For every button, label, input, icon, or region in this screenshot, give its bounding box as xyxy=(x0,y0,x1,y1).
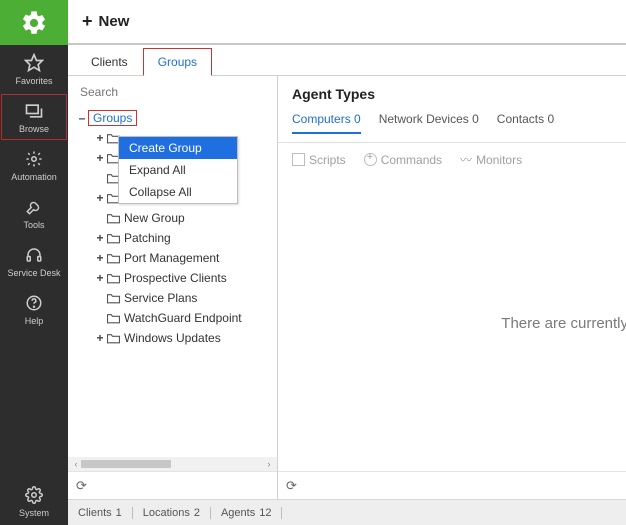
expand-icon[interactable]: + xyxy=(94,271,106,285)
app-logo[interactable] xyxy=(0,0,68,45)
expand-icon[interactable]: + xyxy=(94,251,106,265)
scroll-left-icon[interactable]: ‹ xyxy=(71,459,81,469)
folder-icon xyxy=(107,233,121,244)
status-locations[interactable]: Locations2 xyxy=(133,507,211,519)
topbar: + New xyxy=(68,0,626,45)
sidebar: Favorites Browse Automation Tools Servic… xyxy=(0,0,68,525)
action-scripts[interactable]: Scripts xyxy=(292,151,346,168)
headset-icon xyxy=(23,244,45,266)
sidebar-item-help[interactable]: Help xyxy=(0,285,68,333)
scripts-icon xyxy=(292,153,305,166)
agent-tab-contacts[interactable]: Contacts 0 xyxy=(497,112,554,134)
action-monitors[interactable]: 〰Monitors xyxy=(460,151,522,168)
sidebar-item-label: Help xyxy=(25,316,44,326)
sidebar-item-label: Browse xyxy=(19,124,49,134)
wrench-icon xyxy=(23,196,45,218)
tree-node-label[interactable]: Service Plans xyxy=(124,291,197,305)
sidebar-item-label: Service Desk xyxy=(7,268,60,278)
scroll-right-icon[interactable]: › xyxy=(264,459,274,469)
new-button-label: New xyxy=(99,13,130,30)
action-commands[interactable]: Commands xyxy=(364,151,442,168)
tree-node[interactable]: +WatchGuard Endpoint xyxy=(76,308,277,328)
agent-panel: Agent Types Computers 0 Network Devices … xyxy=(278,76,626,499)
tree-node-label[interactable]: Patching xyxy=(124,231,171,245)
menu-create-group[interactable]: Create Group xyxy=(119,137,237,159)
sidebar-item-automation[interactable]: Automation xyxy=(0,141,68,189)
tree-scrollbar[interactable]: ‹ › xyxy=(68,457,277,471)
tree-node-label[interactable]: New Group xyxy=(124,211,185,225)
tree-root-label[interactable]: Groups xyxy=(88,110,137,126)
monitors-icon: 〰 xyxy=(460,151,472,168)
sidebar-item-favorites[interactable]: Favorites xyxy=(0,45,68,93)
expand-icon[interactable]: + xyxy=(94,151,106,165)
sidebar-item-label: Tools xyxy=(23,220,44,230)
folder-icon xyxy=(107,333,121,344)
tree-node[interactable]: + Patching xyxy=(76,228,277,248)
sidebar-item-browse[interactable]: Browse xyxy=(0,93,68,141)
tree-node-label[interactable]: Prospective Clients xyxy=(124,271,227,285)
tree-node-label[interactable]: WatchGuard Endpoint xyxy=(124,311,242,325)
expand-icon[interactable]: + xyxy=(94,131,106,145)
browse-icon xyxy=(23,100,45,122)
folder-icon xyxy=(107,273,121,284)
tree-node[interactable]: + Prospective Clients xyxy=(76,268,277,288)
tree: – Groups +++++New Group+Patching+Port Ma… xyxy=(68,108,277,457)
sidebar-item-service-desk[interactable]: Service Desk xyxy=(0,237,68,285)
collapse-icon[interactable]: – xyxy=(76,111,88,125)
status-clients[interactable]: Clients1 xyxy=(78,507,133,519)
tree-node[interactable]: +Service Plans xyxy=(76,288,277,308)
sidebar-item-tools[interactable]: Tools xyxy=(0,189,68,237)
refresh-icon[interactable]: ⟳ xyxy=(286,478,297,494)
help-icon xyxy=(23,292,45,314)
scrollbar-thumb[interactable] xyxy=(81,460,171,468)
sidebar-item-label: Automation xyxy=(11,172,57,182)
settings-icon xyxy=(23,484,45,506)
menu-collapse-all[interactable]: Collapse All xyxy=(119,181,237,203)
tab-clients[interactable]: Clients xyxy=(76,48,143,76)
refresh-icon[interactable]: ⟳ xyxy=(76,478,87,494)
tree-node-label[interactable]: Port Management xyxy=(124,251,219,265)
context-menu: Create Group Expand All Collapse All xyxy=(118,136,238,204)
status-bar: Clients1 Locations2 Agents12 xyxy=(68,499,626,525)
plus-icon: + xyxy=(82,11,93,32)
agent-body-text: There are currently xyxy=(501,315,626,332)
folder-icon xyxy=(107,313,121,324)
tree-panel: – Groups +++++New Group+Patching+Port Ma… xyxy=(68,76,278,499)
status-agents[interactable]: Agents12 xyxy=(211,507,283,519)
expand-icon[interactable]: + xyxy=(94,191,106,205)
sidebar-item-label: Favorites xyxy=(15,76,52,86)
expand-icon[interactable]: + xyxy=(94,231,106,245)
main-area: + New Clients Groups – Groups + + + + + xyxy=(68,0,626,525)
folder-icon xyxy=(107,213,121,224)
sidebar-item-label: System xyxy=(19,508,49,518)
search-input[interactable] xyxy=(78,82,267,102)
tree-node[interactable]: +New Group xyxy=(76,208,277,228)
folder-icon xyxy=(107,293,121,304)
tree-node[interactable]: + Port Management xyxy=(76,248,277,268)
commands-icon xyxy=(364,153,377,166)
tree-node[interactable]: + Windows Updates xyxy=(76,328,277,348)
expand-icon[interactable]: + xyxy=(94,331,106,345)
agent-tab-network-devices[interactable]: Network Devices 0 xyxy=(379,112,479,134)
tree-root[interactable]: – Groups xyxy=(76,108,277,128)
tab-groups[interactable]: Groups xyxy=(143,48,212,76)
tree-node-label[interactable]: Windows Updates xyxy=(124,331,221,345)
gear-icon xyxy=(23,148,45,170)
sidebar-item-system[interactable]: System xyxy=(0,477,68,525)
menu-expand-all[interactable]: Expand All xyxy=(119,159,237,181)
new-button[interactable]: + New xyxy=(82,11,129,32)
agent-title: Agent Types xyxy=(292,86,612,102)
tab-row: Clients Groups xyxy=(68,45,626,75)
star-icon xyxy=(23,52,45,74)
agent-tab-computers[interactable]: Computers 0 xyxy=(292,112,361,134)
folder-icon xyxy=(107,253,121,264)
